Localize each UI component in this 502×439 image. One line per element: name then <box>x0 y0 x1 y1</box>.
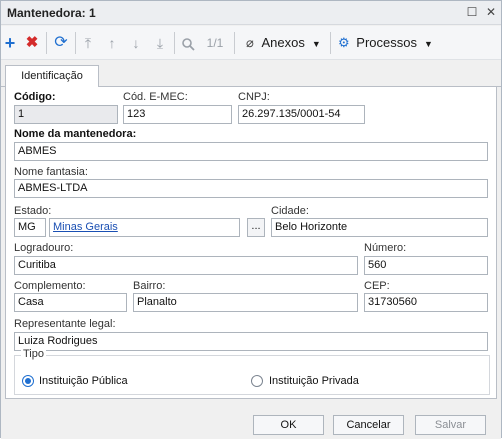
ok-button[interactable]: OK <box>253 415 324 435</box>
dialog-footer: OK Cancelar Salvar <box>1 405 501 439</box>
estado-label: Estado: <box>14 205 52 217</box>
codigo-field[interactable]: 1 <box>14 105 118 124</box>
tipo-group: Tipo Instituição Pública Instituição Pri… <box>14 348 490 395</box>
processos-label: Processos <box>356 35 417 50</box>
toolbar-separator <box>174 32 175 54</box>
nome-label: Nome da mantenedora: <box>14 128 137 140</box>
refresh-icon[interactable]: ⟳ <box>53 34 69 52</box>
numero-field[interactable]: 560 <box>364 256 488 275</box>
anexos-label: Anexos <box>261 35 305 50</box>
paperclip-icon: ⌀ <box>246 35 254 50</box>
nome-field[interactable]: ABMES <box>14 142 488 161</box>
toolbar: + ✖ ⟳ ⤒ ↑ ↓ ⤓ 1/1 ⌀ Anexos ▼ ⚙ Processos ▼ <box>1 26 501 60</box>
representante-label: Representante legal: <box>14 318 116 330</box>
complemento-label: Complemento: <box>14 280 86 292</box>
bairro-field[interactable]: Planalto <box>133 293 358 312</box>
tab-strip: Identificação <box>1 61 501 88</box>
cod-emec-label: Cód. E-MEC: <box>123 91 188 103</box>
logradouro-field[interactable]: Curitiba <box>14 256 358 275</box>
next-record-icon[interactable]: ↓ <box>129 34 143 52</box>
chevron-down-icon: ▼ <box>423 39 433 49</box>
title-bar: Mantenedora: 1 ☐ ✕ <box>1 1 501 25</box>
cancel-button[interactable]: Cancelar <box>333 415 404 435</box>
toolbar-separator <box>234 32 235 54</box>
chevron-down-icon: ▼ <box>311 39 321 49</box>
search-icon[interactable] <box>180 34 196 52</box>
form-panel: Código: Cód. E-MEC: CNPJ: 1 123 26.297.1… <box>5 87 497 399</box>
estado-name-link[interactable]: Minas Gerais <box>53 221 118 233</box>
restore-icon[interactable]: ☐ <box>465 5 479 19</box>
processos-menu[interactable]: ⚙ Processos ▼ <box>338 34 433 52</box>
tab-identificacao[interactable]: Identificação <box>5 65 99 88</box>
record-counter: 1/1 <box>206 36 224 50</box>
cod-emec-field[interactable]: 123 <box>123 105 232 124</box>
bairro-label: Bairro: <box>133 280 166 292</box>
fantasia-label: Nome fantasia: <box>14 166 88 178</box>
representante-field[interactable]: Luiza Rodrigues <box>14 332 488 351</box>
dialog-window: Mantenedora: 1 ☐ ✕ + ✖ ⟳ ⤒ ↑ ↓ ⤓ 1/1 ⌀ A… <box>0 0 502 439</box>
cep-label: CEP: <box>364 280 390 292</box>
numero-label: Número: <box>364 242 407 254</box>
previous-record-icon[interactable]: ↑ <box>105 34 119 52</box>
tipo-label: Tipo <box>21 348 46 360</box>
close-icon[interactable]: ✕ <box>484 5 498 19</box>
cidade-field[interactable]: Belo Horizonte <box>271 218 488 237</box>
gear-icon: ⚙ <box>338 35 350 50</box>
complemento-field[interactable]: Casa <box>14 293 127 312</box>
estado-name-field[interactable]: Minas Gerais <box>49 218 240 237</box>
first-record-icon[interactable]: ⤒ <box>81 34 95 52</box>
toolbar-separator <box>46 32 47 54</box>
logradouro-label: Logradouro: <box>14 242 74 254</box>
estado-uf-field[interactable]: MG <box>14 218 46 237</box>
toolbar-separator <box>330 32 331 54</box>
cnpj-field[interactable]: 26.297.135/0001-54 <box>238 105 365 124</box>
cep-field[interactable]: 31730560 <box>364 293 488 312</box>
anexos-menu[interactable]: ⌀ Anexos ▼ <box>246 34 321 52</box>
save-button[interactable]: Salvar <box>415 415 486 435</box>
fantasia-field[interactable]: ABMES-LTDA <box>14 179 488 198</box>
delete-icon[interactable]: ✖ <box>25 34 39 52</box>
instituicao-publica-label[interactable]: Instituição Pública <box>39 375 128 387</box>
last-record-icon[interactable]: ⤓ <box>153 34 167 52</box>
radio-instituicao-publica[interactable] <box>22 375 34 387</box>
estado-browse-button[interactable]: ... <box>247 218 265 237</box>
cnpj-label: CNPJ: <box>238 91 270 103</box>
add-icon[interactable]: + <box>3 34 17 52</box>
radio-instituicao-privada[interactable] <box>251 375 263 387</box>
toolbar-separator <box>75 32 76 54</box>
instituicao-privada-label[interactable]: Instituição Privada <box>269 375 359 387</box>
codigo-label: Código: <box>14 91 56 103</box>
cidade-label: Cidade: <box>271 205 309 217</box>
window-title: Mantenedora: 1 <box>7 6 96 20</box>
